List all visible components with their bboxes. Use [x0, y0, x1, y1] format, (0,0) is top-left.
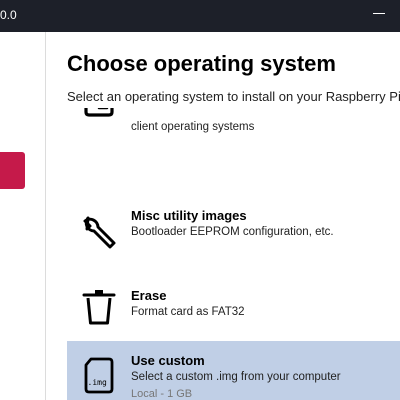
os-item-description: Format card as FAT32: [131, 306, 245, 318]
os-item-name: Use custom: [131, 353, 205, 368]
left-panel: [0, 32, 46, 400]
os-item-erase[interactable]: Erase Format card as FAT32: [67, 268, 400, 341]
trash-icon: [79, 287, 119, 327]
window-title: 0.0: [0, 8, 17, 22]
dialog-subtitle: Select an operating system to install on…: [67, 89, 400, 104]
img-file-icon: .img: [79, 355, 119, 395]
os-item-description: client operating systems: [131, 121, 255, 133]
drive-icon: [79, 108, 119, 124]
wrench-icon: [79, 212, 119, 252]
os-item-description: Select a custom .img from your computer: [131, 371, 341, 383]
os-item-use-custom[interactable]: .img Use custom Select a custom .img fro…: [67, 341, 400, 400]
os-item-meta: Local - 1 GB: [131, 388, 193, 400]
os-item-description: Bootloader EEPROM configuration, etc.: [131, 226, 334, 238]
os-item-name: Misc utility images: [131, 208, 247, 223]
os-chooser-dialog: Choose operating system Select an operat…: [47, 32, 400, 400]
os-list[interactable]: client operating systems Misc utility im…: [47, 108, 400, 400]
primary-action-button[interactable]: [0, 152, 25, 189]
os-item-name: Erase: [131, 288, 167, 303]
img-label: .img: [88, 378, 107, 387]
os-item-other[interactable]: client operating systems: [67, 108, 400, 144]
window-titlebar: 0.0: [0, 0, 400, 32]
dialog-title: Choose operating system: [67, 51, 336, 76]
minimize-button[interactable]: [372, 6, 386, 20]
os-item-misc-utility[interactable]: Misc utility images Bootloader EEPROM co…: [67, 192, 400, 268]
